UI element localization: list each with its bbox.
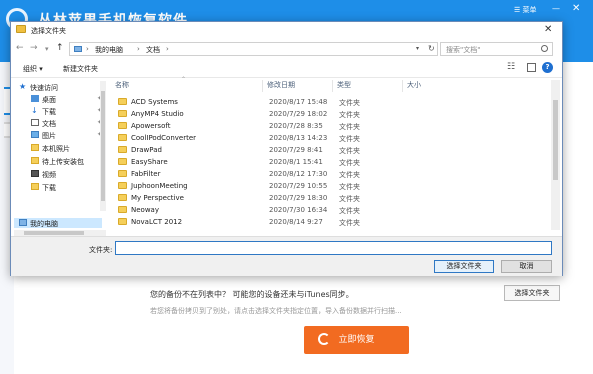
folder-icon (118, 194, 127, 201)
breadcrumb-separator-icon[interactable]: › (137, 45, 140, 53)
dialog-close-icon[interactable]: ✕ (544, 24, 552, 35)
view-options-icon[interactable]: ☷ (507, 62, 515, 72)
dialog-titlebar: 选择文件夹 ✕ (11, 22, 562, 39)
column-header-name[interactable]: 名称 ⌃ (111, 76, 263, 92)
list-item[interactable]: EasyShare 2020/8/1 15:41 文件夹 (111, 156, 551, 168)
scrollbar-thumb[interactable] (553, 100, 558, 180)
preview-pane-icon[interactable] (527, 63, 536, 72)
folder-icon (31, 183, 39, 190)
navigation-bar: ← → ▾ ↑ › 我的电脑 › 文档 › ▾ ↻ 搜索"文档" (11, 40, 562, 58)
folder-icon (118, 206, 127, 213)
folder-name-field[interactable] (115, 241, 552, 255)
breadcrumb-separator-icon[interactable]: › (86, 45, 89, 53)
computer-icon (74, 46, 82, 52)
list-item[interactable]: NovaLCT 2012 2020/8/14 9:27 文件夹 (111, 216, 551, 228)
back-arrow-icon[interactable]: ← (16, 43, 24, 53)
refresh-icon[interactable]: ↻ (428, 44, 435, 53)
new-folder-button[interactable]: 新建文件夹 (63, 64, 98, 74)
folder-icon (118, 146, 127, 153)
column-header-date[interactable]: 修改日期 (263, 80, 333, 92)
star-icon: ★ (19, 82, 27, 91)
download-icon: ↓ (31, 106, 38, 115)
dialog-title: 选择文件夹 (31, 27, 66, 35)
list-item[interactable]: Neoway 2020/7/30 16:34 文件夹 (111, 204, 551, 216)
close-icon[interactable]: ✕ (572, 3, 580, 14)
folder-icon (118, 182, 127, 189)
breadcrumb-separator-icon[interactable]: › (166, 45, 169, 53)
folder-icon (16, 25, 26, 33)
chevron-down-icon[interactable]: ▾ (416, 45, 419, 52)
nav-selection-highlight (14, 218, 102, 228)
dialog-footer: 文件夹: 选择文件夹 取消 (11, 236, 562, 276)
folder-icon (118, 218, 127, 225)
select-folder-button[interactable]: 选择文件夹 (504, 285, 560, 301)
search-placeholder: 搜索"文档" (446, 46, 481, 54)
list-item[interactable]: AnyMP4 Studio 2020/7/29 18:02 文件夹 (111, 108, 551, 120)
sort-ascending-icon: ⌃ (181, 76, 187, 83)
search-icon (541, 45, 548, 52)
select-folder-confirm-button[interactable]: 选择文件夹 (434, 260, 494, 273)
folder-icon (118, 110, 127, 117)
help-icon[interactable]: ? (542, 62, 553, 73)
cancel-button[interactable]: 取消 (501, 260, 552, 273)
list-item[interactable]: CoolIPodConverter 2020/8/13 14:23 文件夹 (111, 132, 551, 144)
search-input[interactable]: 搜索"文档" (440, 42, 553, 56)
column-header-size[interactable]: 大小 (403, 80, 473, 92)
scrollbar-thumb[interactable] (24, 231, 84, 235)
toolbar: 组织 ▾ 新建文件夹 ☷ ? (11, 59, 562, 78)
folder-icon (118, 134, 127, 141)
backup-hint: 若您将备份拷贝到了别处，请点击选择文件夹指定位置，导入备份数据并行扫描... (150, 307, 402, 315)
picture-icon (31, 131, 39, 138)
list-item[interactable]: FabFilter 2020/8/12 17:30 文件夹 (111, 168, 551, 180)
organize-button[interactable]: 组织 ▾ (23, 64, 43, 74)
restore-now-button[interactable]: 立即恢复 (304, 326, 409, 354)
forward-arrow-icon[interactable]: → (30, 43, 38, 53)
column-header-type[interactable]: 类型 (333, 80, 403, 92)
restore-icon (318, 333, 330, 345)
list-item[interactable]: JuphoonMeeting 2020/7/29 10:55 文件夹 (111, 180, 551, 192)
desktop-icon (31, 95, 39, 102)
document-icon (31, 119, 39, 126)
address-bar[interactable]: › 我的电脑 › 文档 › ▾ ↻ (69, 42, 438, 56)
folder-icon (31, 157, 39, 164)
scrollbar-thumb[interactable] (101, 91, 105, 201)
minimize-icon[interactable]: — (552, 4, 560, 13)
breadcrumb-item-my-computer[interactable]: 我的电脑 (95, 45, 123, 55)
recent-locations-icon[interactable]: ▾ (45, 45, 49, 53)
file-list: 名称 ⌃ 修改日期 类型 大小 ACD Systems 2020/8/17 15… (111, 76, 561, 231)
file-list-scrollbar[interactable] (551, 80, 560, 230)
folder-field-label: 文件夹: (89, 246, 113, 254)
up-arrow-icon[interactable]: ↑ (56, 43, 64, 53)
list-item[interactable]: Apowersoft 2020/7/28 8:35 文件夹 (111, 120, 551, 132)
computer-icon (19, 219, 27, 226)
backup-notice: 您的备份不在列表中？ 可能您的设备还未与iTunes同步。 (150, 290, 354, 299)
folder-picker-dialog: 选择文件夹 ✕ ← → ▾ ↑ › 我的电脑 › 文档 › ▾ ↻ 搜索"文档"… (10, 21, 563, 276)
list-item[interactable]: DrawPad 2020/7/29 8:41 文件夹 (111, 144, 551, 156)
folder-icon (118, 98, 127, 105)
list-item[interactable]: My Perspective 2020/7/29 18:30 文件夹 (111, 192, 551, 204)
folder-icon (31, 144, 39, 151)
breadcrumb-item-documents[interactable]: 文档 (146, 45, 160, 55)
video-icon (31, 170, 39, 177)
restore-label: 立即恢复 (338, 335, 375, 345)
list-item[interactable]: ACD Systems 2020/8/17 15:48 文件夹 (111, 96, 551, 108)
folder-icon (118, 170, 127, 177)
folder-icon (118, 122, 127, 129)
nav-pane-scrollbar[interactable] (100, 81, 106, 211)
navigation-pane: ★ 快速访问 桌面 ✦ ↓ 下载 ✦ 文档 ✦ 图片 ✦ 本机照片 待上传安装包 (14, 79, 106, 229)
folder-icon (118, 158, 127, 165)
menu-label: 菜单 (522, 6, 537, 14)
menu-button[interactable]: ☰ 菜单 (514, 5, 537, 15)
